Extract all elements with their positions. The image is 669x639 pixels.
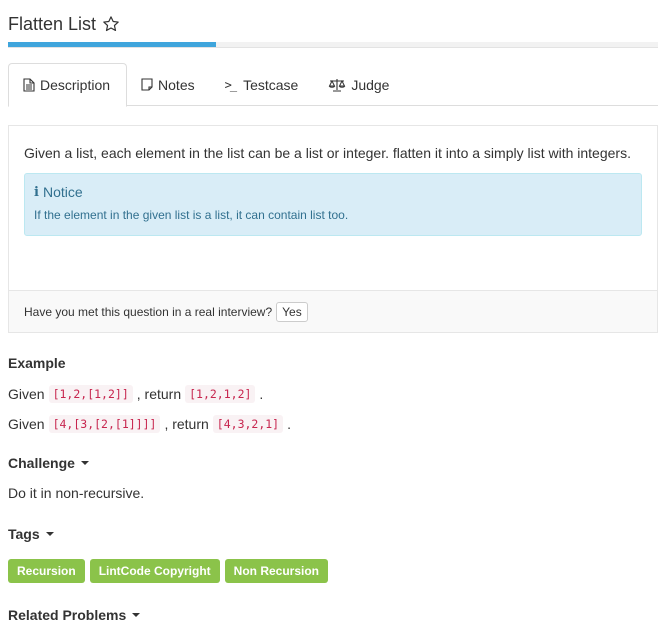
example-line: Given [1,2,[1,2]], return [1,2,1,2].	[8, 385, 263, 403]
tag-list: Recursion LintCode Copyright Non Recursi…	[8, 559, 329, 583]
tab-judge-label: Judge	[351, 76, 390, 93]
document-icon	[23, 78, 35, 92]
example-input: [4,[3,[2,[1]]]]	[48, 415, 161, 433]
example-end: .	[259, 386, 264, 402]
example-output: [4,3,2,1]	[212, 415, 284, 433]
tag-non-recursion[interactable]: Non Recursion	[224, 559, 329, 583]
challenge-text: Do it in non-recursive.	[8, 485, 145, 501]
notice-box: i Notice If the element in the given lis…	[24, 173, 642, 236]
related-problems-toggle[interactable]: Related Problems	[8, 607, 141, 623]
tags-toggle[interactable]: Tags	[8, 526, 54, 542]
tag-lintcode-copyright[interactable]: LintCode Copyright	[89, 559, 220, 583]
problem-description: Given a list, each element in the list c…	[24, 145, 631, 161]
interview-footer: Have you met this question in a real int…	[9, 290, 657, 332]
notice-title: i Notice	[34, 184, 631, 200]
example-given: Given	[8, 416, 45, 432]
challenge-toggle[interactable]: Challenge	[8, 455, 89, 471]
description-panel: Given a list, each element in the list c…	[8, 125, 658, 333]
tab-judge[interactable]: Judge	[314, 63, 405, 106]
progress-fill	[8, 42, 216, 47]
tab-bar: Description Notes >_ Testcase Judge	[8, 63, 658, 107]
progress-bar	[8, 42, 658, 48]
caret-down-icon	[132, 613, 141, 617]
related-problems-heading: Related Problems	[8, 607, 127, 623]
yes-button[interactable]: Yes	[276, 301, 308, 322]
example-output: [1,2,1,2]	[185, 385, 256, 403]
tab-description[interactable]: Description	[8, 63, 128, 107]
example-given: Given	[8, 386, 45, 402]
caret-down-icon	[80, 461, 89, 465]
scales-icon	[328, 78, 346, 92]
tab-testcase[interactable]: >_ Testcase	[211, 63, 315, 106]
example-line: Given [4,[3,[2,[1]]]], return [4,3,2,1].	[8, 415, 291, 433]
notice-title-label: Notice	[42, 184, 83, 200]
star-icon[interactable]	[102, 15, 120, 33]
terminal-icon: >_	[224, 77, 238, 92]
tag-recursion[interactable]: Recursion	[8, 559, 85, 583]
title-row: Flatten List	[8, 11, 120, 37]
example-input: [1,2,[1,2]]	[48, 385, 133, 403]
interview-question: Have you met this question in a real int…	[24, 304, 273, 319]
example-return: , return	[164, 416, 209, 432]
tab-notes[interactable]: Notes	[127, 63, 211, 106]
example-return: , return	[136, 386, 182, 402]
caret-down-icon	[45, 532, 54, 536]
notice-text: If the element in the given list is a li…	[34, 208, 349, 222]
tags-heading: Tags	[8, 526, 40, 542]
note-icon	[141, 78, 153, 91]
example-heading: Example	[8, 355, 66, 371]
tab-description-label: Description	[40, 77, 111, 93]
example-end: .	[287, 416, 291, 432]
challenge-heading: Challenge	[8, 455, 75, 471]
tab-testcase-label: Testcase	[243, 76, 299, 93]
info-icon: i	[34, 184, 39, 200]
tab-notes-label: Notes	[158, 76, 195, 93]
page-title: Flatten List	[8, 13, 97, 34]
